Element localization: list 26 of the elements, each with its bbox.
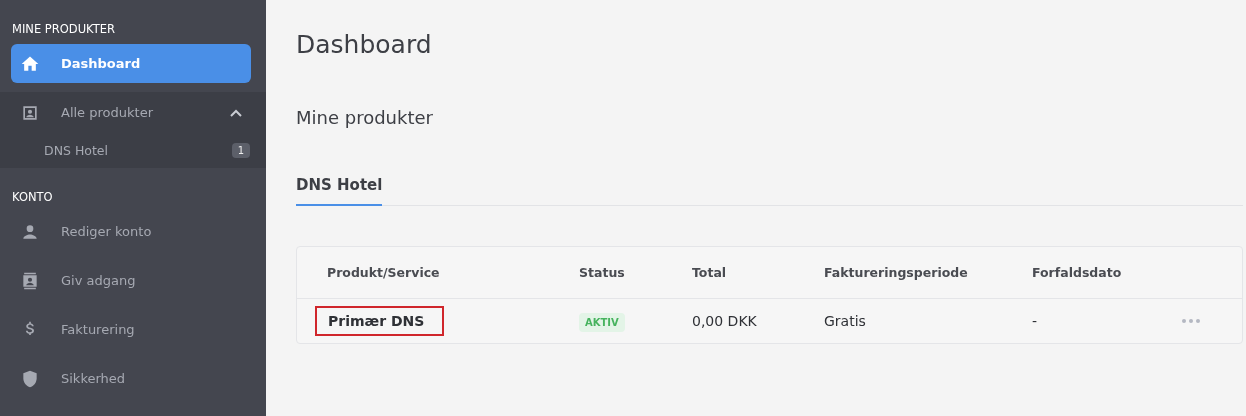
- column-header: Total: [692, 265, 728, 280]
- sidebar-item[interactable]: Sikkerhed: [11, 359, 251, 398]
- section-title: Mine produkter: [296, 107, 434, 128]
- column-header: Status: [579, 265, 626, 280]
- sidebar-item[interactable]: Rediger konto: [11, 212, 251, 251]
- section-heading: MINE PRODUKTER: [11, 22, 117, 36]
- column-header: Faktureringsperiode: [824, 265, 969, 280]
- status-badge: AKTIV: [579, 313, 625, 332]
- tab[interactable]: DNS Hotel: [296, 176, 383, 206]
- sidebar-item[interactable]: Dashboard: [11, 44, 251, 83]
- sidebar-item[interactable]: Giv adgang: [11, 261, 251, 300]
- section-heading: KONTO: [11, 190, 54, 204]
- column-header: Forfaldsdato: [1032, 265, 1123, 280]
- chevron-icon[interactable]: [230, 108, 242, 117]
- contact-card-icon: [20, 270, 40, 291]
- sidebar-item[interactable]: Fakturering: [11, 310, 251, 349]
- column-header: Produkt/Service: [326, 265, 441, 280]
- sidebar-item[interactable]: Alle produkter: [11, 93, 251, 132]
- table-cell: -: [1032, 313, 1038, 329]
- product-name: Primær DNS: [315, 306, 445, 336]
- page-title: Dashboard: [296, 30, 433, 59]
- table-cell: 0,00 DKK: [692, 313, 757, 329]
- count-badge: 1: [231, 142, 250, 158]
- shield-icon: [20, 368, 40, 389]
- table-cell: Gratis: [824, 313, 866, 329]
- sidebar-subitem[interactable]: DNS Hotel 1: [0, 132, 266, 168]
